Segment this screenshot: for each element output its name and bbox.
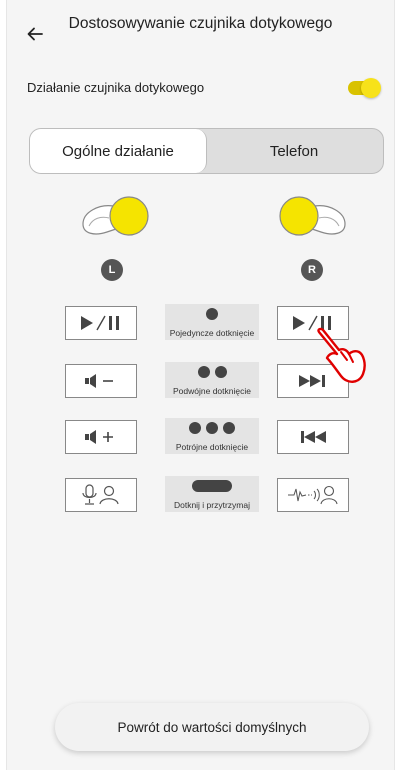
tap-dot	[189, 422, 201, 434]
previous-track-icon	[301, 431, 326, 443]
right-hold-action[interactable]	[277, 478, 349, 512]
touch-sensor-row: Działanie czujnika dotykowego	[7, 74, 394, 102]
left-triple-tap-action[interactable]	[65, 420, 137, 454]
right-earbud-icon	[279, 196, 346, 236]
left-single-tap-action[interactable]	[65, 306, 137, 340]
next-track-icon	[299, 375, 325, 387]
left-double-tap-action[interactable]	[65, 364, 137, 398]
header: Dostosowywanie czujnika dotykowego	[7, 0, 394, 64]
right-single-tap-action[interactable]	[277, 306, 349, 340]
right-double-tap-action[interactable]	[277, 364, 349, 398]
tap-dot	[206, 308, 218, 320]
back-button[interactable]	[23, 22, 47, 46]
tap-dot	[214, 366, 227, 378]
play-pause-icon	[293, 315, 331, 331]
left-earbud-badge: L	[101, 259, 123, 281]
left-hold-action[interactable]	[65, 478, 137, 512]
right-triple-tap-action[interactable]	[277, 420, 349, 454]
tab-general[interactable]: Ogólne działanie	[30, 129, 207, 173]
gesture-label: Podwójne dotknięcie	[173, 386, 251, 396]
tap-dot	[223, 422, 235, 434]
tab-phone[interactable]: Telefon	[205, 129, 383, 173]
gesture-double-tap: Podwójne dotknięcie	[165, 362, 259, 398]
gesture-label: Dotknij i przytrzymaj	[173, 500, 251, 510]
voice-assistant-icon	[82, 484, 119, 505]
gesture-label: Potrójne dotknięcie	[175, 442, 249, 452]
gesture-touch-and-hold: Dotknij i przytrzymaj	[165, 476, 259, 512]
ambient-sound-icon	[288, 485, 338, 505]
tap-dot	[206, 422, 218, 434]
left-earbud-icon	[82, 196, 149, 236]
gesture-single-tap: Pojedyncze dotknięcie	[165, 304, 259, 340]
touch-sensor-label: Działanie czujnika dotykowego	[27, 80, 205, 95]
gesture-triple-tap: Potrójne dotknięcie	[165, 418, 259, 454]
toggle-knob	[361, 78, 381, 98]
right-earbud-badge: R	[301, 259, 323, 281]
screen: Dostosowywanie czujnika dotykowego Dział…	[6, 0, 395, 770]
tap-dot	[197, 366, 210, 378]
hold-pill	[192, 480, 232, 492]
mode-segmented-control: Ogólne działanie Telefon	[29, 128, 384, 174]
play-pause-icon	[81, 315, 119, 331]
arrow-left-icon	[27, 27, 43, 41]
page-title: Dostosowywanie czujnika dotykowego	[68, 15, 333, 32]
volume-down-icon	[85, 374, 113, 388]
volume-up-icon	[85, 430, 113, 444]
gesture-label: Pojedyncze dotknięcie	[169, 328, 255, 338]
reset-defaults-button[interactable]: Powrót do wartości domyślnych	[55, 703, 369, 751]
touch-sensor-toggle[interactable]	[348, 78, 381, 98]
